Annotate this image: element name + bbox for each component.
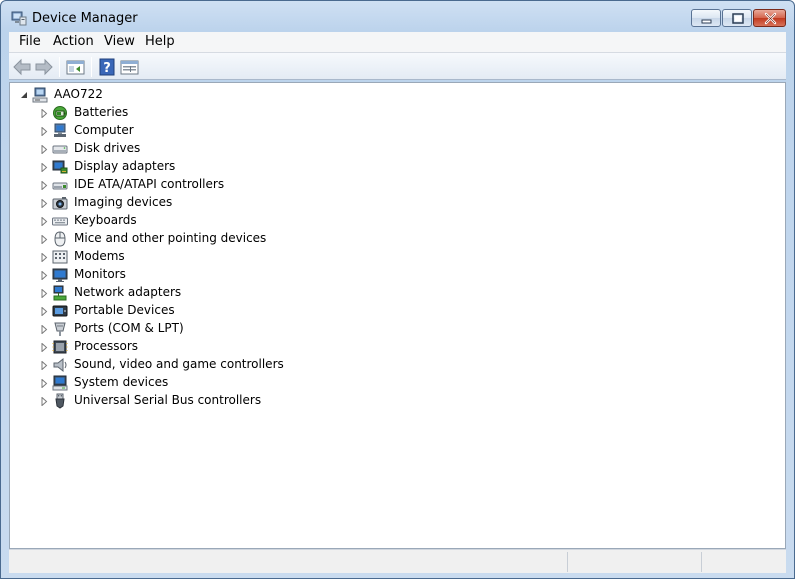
device-category[interactable]: Sound, video and game controllers bbox=[38, 356, 338, 374]
menu-file[interactable]: File bbox=[17, 34, 43, 49]
expand-icon[interactable] bbox=[40, 307, 49, 316]
device-category-label: IDE ATA/ATAPI controllers bbox=[74, 177, 225, 191]
computer-icon bbox=[32, 87, 48, 103]
status-bar bbox=[9, 549, 786, 573]
device-category-label: Monitors bbox=[74, 267, 126, 281]
toolbar: ? bbox=[9, 53, 786, 80]
display-adapter-icon bbox=[52, 160, 68, 174]
device-category-label: Sound, video and game controllers bbox=[74, 357, 284, 371]
device-category-label: Display adapters bbox=[74, 159, 176, 173]
device-tree[interactable]: AAO722 Batteries Computer Disk drives Displ… bbox=[9, 82, 786, 549]
help-icon[interactable]: ? bbox=[97, 57, 119, 77]
disk-drive-icon bbox=[52, 145, 68, 154]
tree-root[interactable]: AAO722 bbox=[18, 86, 218, 104]
device-category[interactable]: Imaging devices bbox=[38, 194, 338, 212]
expand-icon[interactable] bbox=[40, 325, 49, 334]
expand-icon[interactable] bbox=[40, 397, 49, 406]
device-category-label: Mice and other pointing devices bbox=[74, 231, 267, 245]
expand-icon[interactable] bbox=[40, 163, 49, 172]
network-adapter-icon bbox=[53, 285, 67, 301]
device-category-label: Ports (COM & LPT) bbox=[74, 321, 184, 335]
expand-icon[interactable] bbox=[40, 145, 49, 154]
device-category[interactable]: System devices bbox=[38, 374, 338, 392]
computer-icon bbox=[54, 123, 66, 137]
device-category-label: Batteries bbox=[74, 105, 129, 119]
system-device-icon bbox=[52, 375, 68, 391]
menu-bar: File Action View Help bbox=[9, 32, 786, 53]
device-category-label: Processors bbox=[74, 339, 139, 353]
portable-device-icon bbox=[52, 305, 68, 317]
device-category[interactable]: Keyboards bbox=[38, 212, 338, 230]
device-category-label: Network adapters bbox=[74, 285, 182, 299]
expand-icon[interactable] bbox=[40, 361, 49, 370]
expand-icon[interactable] bbox=[40, 343, 49, 352]
speaker-icon bbox=[53, 357, 67, 373]
menu-help[interactable]: Help bbox=[143, 34, 177, 49]
title-bar[interactable]: Device Manager bbox=[1, 1, 794, 32]
menu-action[interactable]: Action bbox=[51, 34, 96, 49]
status-pane bbox=[701, 552, 786, 572]
show-hide-console-tree-icon[interactable] bbox=[65, 57, 87, 77]
expand-icon[interactable] bbox=[40, 379, 49, 388]
status-pane bbox=[15, 552, 565, 572]
expand-icon[interactable] bbox=[40, 127, 49, 136]
minimize-button[interactable] bbox=[691, 9, 721, 27]
port-icon bbox=[54, 322, 66, 336]
device-category[interactable]: Mice and other pointing devices bbox=[38, 230, 338, 248]
device-category-label: Disk drives bbox=[74, 141, 141, 155]
usb-icon bbox=[55, 393, 65, 409]
device-category[interactable]: Universal Serial Bus controllers bbox=[38, 392, 338, 410]
keyboard-icon bbox=[52, 217, 68, 226]
device-category-label: Portable Devices bbox=[74, 303, 175, 317]
mouse-icon bbox=[54, 231, 66, 247]
device-category[interactable]: Monitors bbox=[38, 266, 338, 284]
battery-icon bbox=[53, 106, 67, 120]
expand-icon[interactable] bbox=[40, 271, 49, 280]
expand-icon[interactable] bbox=[40, 253, 49, 262]
device-category[interactable]: Batteries bbox=[38, 104, 338, 122]
close-button[interactable] bbox=[753, 9, 786, 27]
toolbar-separator bbox=[91, 57, 92, 77]
expand-icon[interactable] bbox=[40, 109, 49, 118]
tree-root-label: AAO722 bbox=[54, 87, 103, 101]
processor-icon bbox=[52, 340, 68, 354]
device-manager-icon bbox=[11, 10, 27, 26]
expand-icon[interactable] bbox=[40, 217, 49, 226]
status-pane bbox=[567, 552, 701, 572]
back-icon[interactable] bbox=[11, 57, 33, 77]
ide-controller-icon bbox=[52, 182, 68, 190]
device-category-label: Modems bbox=[74, 249, 125, 263]
camera-icon bbox=[52, 197, 68, 210]
expand-icon[interactable] bbox=[40, 235, 49, 244]
maximize-button[interactable] bbox=[722, 9, 752, 27]
device-category[interactable]: IDE ATA/ATAPI controllers bbox=[38, 176, 338, 194]
monitor-icon bbox=[52, 268, 68, 282]
device-category-label: System devices bbox=[74, 375, 169, 389]
forward-icon[interactable] bbox=[33, 57, 55, 77]
expand-icon[interactable] bbox=[40, 181, 49, 190]
svg-text:?: ? bbox=[103, 61, 111, 76]
toolbar-separator bbox=[59, 57, 60, 77]
menu-view[interactable]: View bbox=[102, 34, 137, 49]
device-category-label: Universal Serial Bus controllers bbox=[74, 393, 262, 407]
modem-icon bbox=[52, 250, 68, 264]
device-manager-window: Device Manager File Action View Help ? A… bbox=[0, 0, 795, 579]
properties-icon[interactable] bbox=[119, 57, 141, 77]
device-category[interactable]: Modems bbox=[38, 248, 338, 266]
device-category-label: Computer bbox=[74, 123, 134, 137]
expand-icon[interactable] bbox=[40, 289, 49, 298]
device-category[interactable]: Disk drives bbox=[38, 140, 338, 158]
window-title: Device Manager bbox=[32, 11, 138, 26]
device-category-label: Imaging devices bbox=[74, 195, 173, 209]
device-category[interactable]: Processors bbox=[38, 338, 338, 356]
expand-icon[interactable] bbox=[40, 199, 49, 208]
device-category[interactable]: Display adapters bbox=[38, 158, 338, 176]
collapse-icon[interactable] bbox=[20, 91, 29, 100]
device-category[interactable]: Network adapters bbox=[38, 284, 338, 302]
device-category[interactable]: Portable Devices bbox=[38, 302, 338, 320]
device-category[interactable]: Computer bbox=[38, 122, 338, 140]
device-category-label: Keyboards bbox=[74, 213, 137, 227]
device-category[interactable]: Ports (COM & LPT) bbox=[38, 320, 338, 338]
